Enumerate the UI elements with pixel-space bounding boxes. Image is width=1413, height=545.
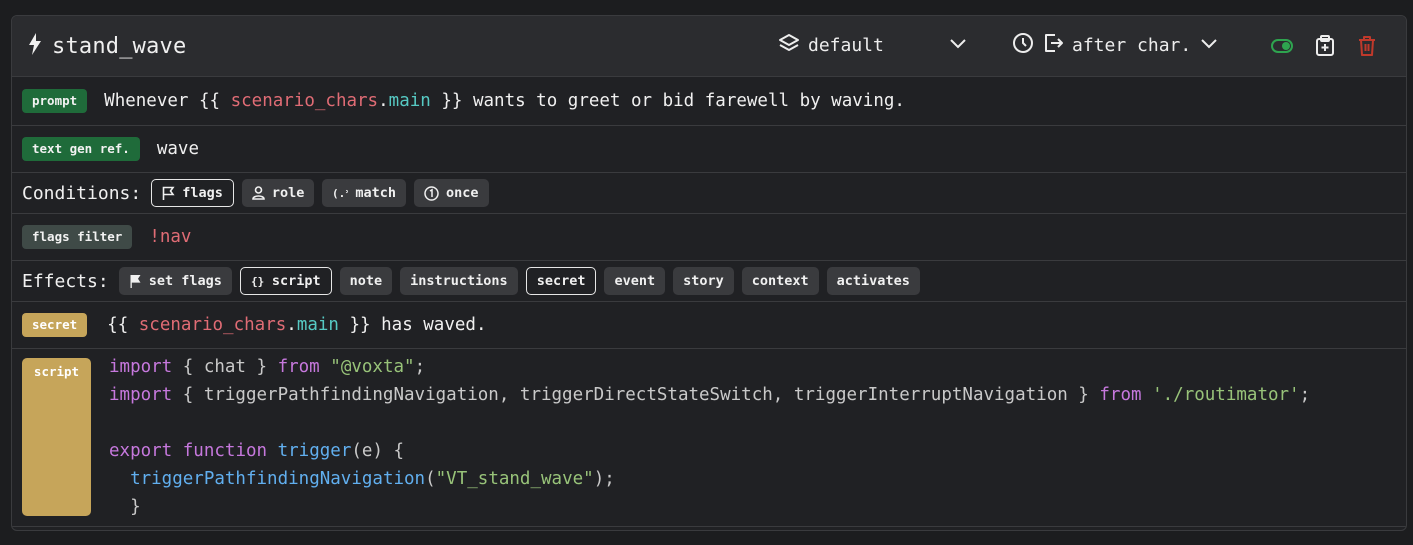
conditions-label: Conditions: — [22, 182, 142, 204]
text-gen-ref-value[interactable]: wave — [157, 139, 199, 159]
text-gen-ref-tag: text gen ref. — [22, 137, 140, 161]
title-group: stand_wave — [28, 33, 186, 59]
exit-icon — [1042, 32, 1064, 59]
chevron-down-icon — [1199, 33, 1219, 58]
effect-chip-context[interactable]: context — [741, 267, 819, 295]
effect-chip-activates[interactable]: activates — [826, 267, 920, 295]
one-circle-icon — [424, 185, 439, 201]
user-icon — [252, 186, 265, 200]
clock-icon — [1012, 32, 1034, 59]
condition-chip-match[interactable]: (.*) match — [322, 179, 407, 207]
flags-filter-tag: flags filter — [22, 225, 133, 249]
prompt-tag: prompt — [22, 89, 88, 113]
secret-row: secret {{ scenario_chars.main }} has wav… — [12, 302, 1406, 349]
secret-tag: secret — [22, 313, 88, 337]
braces-icon: {} — [251, 275, 264, 288]
condition-chip-once[interactable]: once — [414, 179, 489, 207]
prompt-text[interactable]: Whenever {{ scenario_chars.main }} wants… — [104, 91, 905, 111]
trigger-title[interactable]: stand_wave — [52, 34, 186, 59]
prompt-row: prompt Whenever {{ scenario_chars.main }… — [12, 77, 1406, 126]
copy-icon[interactable] — [1315, 35, 1335, 61]
flag-icon — [162, 186, 175, 200]
flags-filter-row: flags filter !nav — [12, 214, 1406, 261]
lightning-icon — [28, 33, 42, 59]
layer-select[interactable]: default — [778, 32, 968, 59]
secret-text[interactable]: {{ scenario_chars.main }} has waved. — [107, 315, 486, 335]
script-tag-label: script — [33, 364, 80, 379]
layer-select-value: default — [808, 35, 884, 56]
effect-chip-event[interactable]: event — [604, 267, 666, 295]
card-header: stand_wave default after char. — [12, 16, 1406, 77]
layers-icon — [778, 32, 800, 59]
effect-chip-story[interactable]: story — [673, 267, 734, 295]
effects-row: Effects: set flags {} script note instru… — [12, 261, 1406, 302]
enabled-toggle-icon[interactable] — [1271, 38, 1293, 57]
script-tag: script — [22, 358, 91, 516]
flag-filled-icon — [130, 274, 141, 288]
trash-icon[interactable] — [1358, 35, 1376, 61]
condition-chip-flags[interactable]: flags — [151, 179, 234, 207]
timing-select-value: after char. — [1072, 35, 1192, 56]
effect-chip-script[interactable]: {} script — [239, 267, 332, 295]
conditions-row: Conditions: flags role (.*) match once — [12, 173, 1406, 214]
text-gen-ref-row: text gen ref. wave — [12, 126, 1406, 173]
regex-icon: (.*) — [332, 187, 348, 200]
condition-chip-role[interactable]: role — [241, 179, 315, 207]
script-row-divider — [12, 526, 1406, 527]
script-code-editor[interactable]: import { chat } from "@voxta"; import { … — [109, 353, 1310, 521]
effects-label: Effects: — [22, 270, 109, 292]
effect-chip-secret[interactable]: secret — [525, 267, 597, 295]
timing-select[interactable]: after char. — [1012, 32, 1219, 59]
chevron-down-icon — [948, 33, 968, 58]
flags-filter-value[interactable]: !nav — [149, 227, 191, 247]
svg-text:{}: {} — [251, 275, 264, 288]
svg-text:(.*): (.*) — [332, 187, 348, 200]
effect-chip-note[interactable]: note — [339, 267, 393, 295]
trigger-card: stand_wave default after char. prompt Wh… — [11, 15, 1407, 531]
effect-chip-set-flags[interactable]: set flags — [118, 267, 232, 295]
effect-chip-instructions[interactable]: instructions — [400, 267, 518, 295]
